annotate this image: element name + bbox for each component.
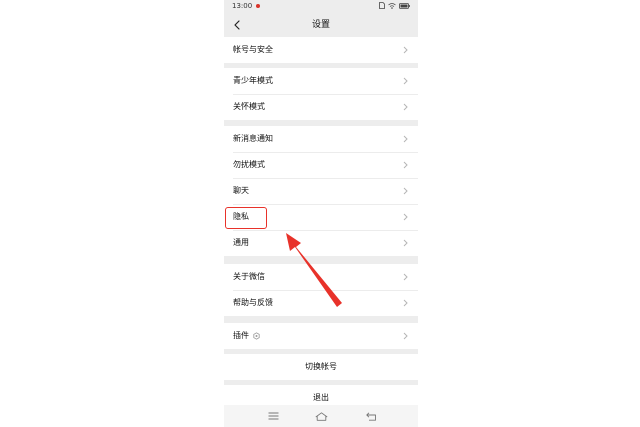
settings-item-label: 新消息通知 [233,134,273,143]
chevron-right-icon [403,187,408,195]
status-time: 13:00 [232,2,253,10]
settings-item-label: 青少年模式 [233,76,273,85]
settings-item-label: 插件 [233,331,249,340]
settings-item-new-message-notification[interactable]: 新消息通知 [224,126,418,152]
chevron-right-icon [403,135,408,143]
battery-icon [399,2,410,9]
chevron-right-icon [403,77,408,85]
settings-item-privacy[interactable]: 隐私 [224,204,418,230]
settings-group-account: 帐号与安全 [224,37,418,63]
settings-item-label: 关于微信 [233,272,265,281]
home-button[interactable] [314,410,328,422]
chevron-right-icon [403,273,408,281]
system-back-button[interactable] [364,410,378,422]
settings-group-about: 关于微信 帮助与反馈 [224,264,418,316]
settings-group-plugins: 插件 [224,323,418,349]
settings-item-label: 帐号与安全 [233,45,273,54]
chevron-right-icon [403,299,408,307]
settings-item-account-security[interactable]: 帐号与安全 [224,37,418,63]
settings-item-label: 聊天 [233,186,249,195]
settings-item-label: 帮助与反馈 [233,298,273,307]
settings-group-modes: 青少年模式 关怀模式 [224,68,418,120]
settings-item-label: 通用 [233,238,249,247]
nav-bar: 设置 [224,12,418,38]
status-icons [379,2,410,9]
plugin-icon [253,332,260,340]
settings-group-general: 新消息通知 勿扰模式 聊天 隐私 通用 [224,126,418,256]
settings-item-label: 隐私 [233,212,249,221]
chevron-right-icon [403,161,408,169]
status-bar: 13:00 [224,0,418,12]
settings-item-care-mode[interactable]: 关怀模式 [224,94,418,120]
menu-icon [268,412,278,420]
notification-dot-icon [256,4,260,8]
wifi-icon [388,2,396,9]
settings-item-help-feedback[interactable]: 帮助与反馈 [224,290,418,316]
settings-item-plugins[interactable]: 插件 [224,323,418,349]
system-navigation-bar [224,405,418,427]
settings-item-label: 勿扰模式 [233,160,265,169]
settings-item-general[interactable]: 通用 [224,230,418,256]
menu-button[interactable] [266,410,280,422]
chevron-right-icon [403,332,408,340]
sim-icon [379,2,385,9]
back-icon [365,411,376,421]
switch-account-button[interactable]: 切换帐号 [224,354,418,380]
chevron-right-icon [403,46,408,54]
page-title: 设置 [311,20,330,30]
chevron-right-icon [403,239,408,247]
settings-item-teen-mode[interactable]: 青少年模式 [224,68,418,94]
settings-item-about-wechat[interactable]: 关于微信 [224,264,418,290]
chevron-right-icon [403,213,408,221]
phone-screen: 13:00 设置 帐号与安全 青少年模式 关怀模式 新消息通知 勿扰模式 聊天 … [224,0,418,427]
settings-item-do-not-disturb[interactable]: 勿扰模式 [224,152,418,178]
home-icon [315,411,327,421]
settings-item-label: 关怀模式 [233,102,265,111]
settings-item-chat[interactable]: 聊天 [224,178,418,204]
chevron-right-icon [403,103,408,111]
